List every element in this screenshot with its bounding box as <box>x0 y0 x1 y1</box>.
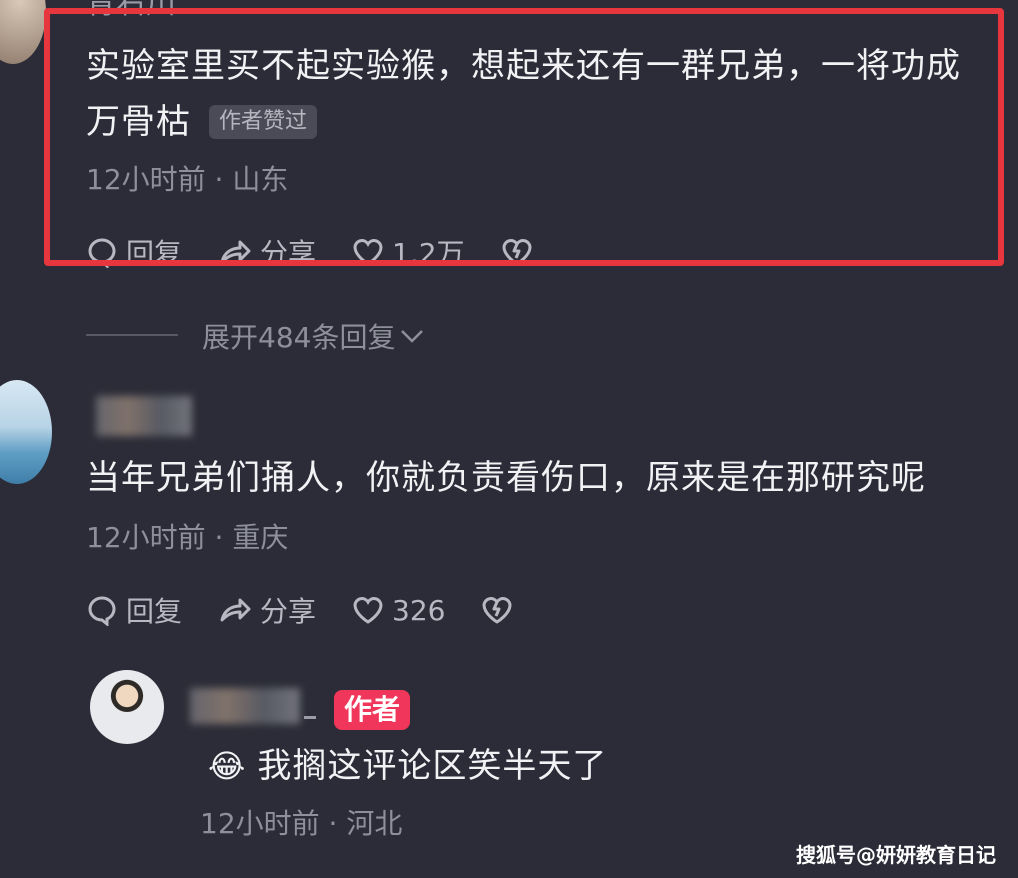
comment-actions: 回复 分享 326 <box>86 590 513 630</box>
reply-button[interactable]: 回复 <box>86 590 182 630</box>
reply-label: 回复 <box>126 595 183 628</box>
highlight-box <box>44 8 1004 266</box>
username-redacted[interactable] <box>190 688 300 724</box>
reply-text: 我搁这评论区笑半天了 <box>257 746 608 786</box>
laughing-crying-emoji-icon: 😂 <box>208 747 246 785</box>
share-label: 分享 <box>260 595 317 628</box>
avatar[interactable] <box>0 380 52 484</box>
comment-time-location: 12小时前 · 重庆 <box>86 521 289 554</box>
expand-replies-label: 展开484条回复 <box>202 321 396 354</box>
comment-text: 当年兄弟们捅人，你就负责看伤口，原来是在那研究呢 <box>86 458 926 498</box>
heart-icon <box>352 595 384 625</box>
watermark: 搜狐号@妍妍教育日记 <box>796 843 996 867</box>
like-button[interactable]: 326 <box>352 590 445 630</box>
expand-replies-divider <box>86 334 178 336</box>
avatar[interactable] <box>90 670 164 744</box>
reply-text-row: 😂 我搁这评论区笑半天了 <box>208 742 607 790</box>
dash <box>304 716 316 719</box>
author-badge: 作者 <box>334 690 411 730</box>
share-icon <box>218 594 252 626</box>
username-redacted[interactable] <box>96 396 192 436</box>
expand-replies-button[interactable]: 展开484条回复 <box>202 316 425 356</box>
like-count: 326 <box>392 593 446 627</box>
comment-bubble-icon <box>86 594 118 626</box>
broken-heart-icon <box>481 595 513 625</box>
dislike-button[interactable] <box>481 590 513 630</box>
reply-time-location: 12小时前 · 河北 <box>200 807 403 840</box>
share-button[interactable]: 分享 <box>218 590 316 630</box>
avatar[interactable] <box>0 0 46 64</box>
chevron-down-icon <box>399 320 425 353</box>
